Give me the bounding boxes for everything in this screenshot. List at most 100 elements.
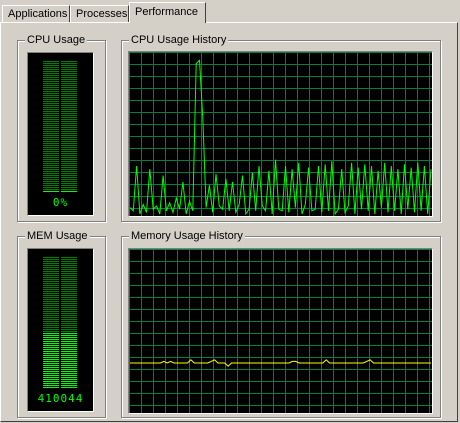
cpu-meter-segment (43, 183, 59, 184)
cpu-meter-segment (61, 101, 77, 102)
mem-meter-segment (61, 357, 77, 358)
cpu-meter-segment (43, 117, 59, 118)
cpu-meter-segment (43, 83, 59, 84)
cpu-meter-segment (61, 77, 77, 78)
cpu-meter-segment (61, 155, 77, 156)
mem-meter-segment (61, 281, 77, 282)
tab-processes[interactable]: Processes (70, 5, 129, 22)
mem-usage-title: MEM Usage (25, 229, 90, 243)
cpu-meter-segment (43, 137, 59, 138)
tab-performance[interactable]: Performance (129, 2, 206, 23)
cpu-meter-segment (43, 67, 59, 68)
mem-meter-segment (43, 357, 59, 358)
cpu-meter-segment (61, 81, 77, 82)
cpu-meter-segment (43, 111, 59, 112)
cpu-meter-segment (43, 101, 59, 102)
mem-meter-segment (61, 361, 77, 362)
mem-meter-segment (43, 261, 59, 262)
tab-strip: Applications Processes Performance (0, 0, 460, 24)
mem-meter-segment (61, 285, 77, 286)
mem-meter-segment (61, 325, 77, 326)
cpu-meter-segment (61, 183, 77, 184)
mem-meter-segment (43, 363, 59, 364)
cpu-meter-segment (43, 61, 59, 62)
mem-meter-segment (43, 309, 59, 310)
cpu-usage-title: CPU Usage (25, 33, 88, 47)
cpu-meter-segment (43, 163, 59, 164)
mem-meter-segment (61, 355, 77, 356)
mem-meter-segment (61, 347, 77, 348)
mem-meter-segment (43, 375, 59, 376)
mem-meter-segment (43, 297, 59, 298)
cpu-meter-segment (61, 157, 77, 158)
cpu-meter-segment (43, 187, 59, 188)
cpu-meter-segment (43, 115, 59, 116)
cpu-history-plot (129, 52, 432, 216)
cpu-meter-segment (61, 115, 77, 116)
cpu-meter-segment (61, 191, 77, 192)
mem-meter-segment (43, 317, 59, 318)
cpu-meter-segment (43, 177, 59, 178)
cpu-meter-segment (43, 97, 59, 98)
mem-meter-segment (61, 341, 77, 342)
mem-meter-segment (61, 301, 77, 302)
cpu-meter-segment (61, 169, 77, 170)
cpu-meter-segment (43, 179, 59, 180)
mem-meter-segment (61, 353, 77, 354)
cpu-meter-segment (61, 177, 77, 178)
cpu-meter-segment (43, 181, 59, 182)
cpu-history-line (129, 59, 432, 216)
cpu-meter-segment (61, 85, 77, 86)
grid (129, 249, 432, 413)
mem-meter-segment (61, 315, 77, 316)
mem-meter-segment (43, 359, 59, 360)
mem-meter-segment (43, 273, 59, 274)
mem-meter-segment (43, 267, 59, 268)
cpu-meter-segment (43, 189, 59, 190)
mem-meter-segment (61, 371, 77, 372)
cpu-meter-segment (61, 117, 77, 118)
cpu-meter-segment (43, 141, 59, 142)
mem-meter-segment (43, 335, 59, 336)
mem-meter-segment (43, 383, 59, 384)
cpu-meter-segment (43, 157, 59, 158)
cpu-meter-segment (43, 139, 59, 140)
cpu-meter-segment (61, 139, 77, 140)
cpu-meter-segment (61, 95, 77, 96)
cpu-meter-segment (43, 121, 59, 122)
mem-meter-segment (43, 303, 59, 304)
cpu-meter-segment (61, 179, 77, 180)
mem-meter-segment (61, 331, 77, 332)
cpu-meter-segment (61, 159, 77, 160)
mem-meter-segment (43, 347, 59, 348)
mem-meter-segment (43, 311, 59, 312)
cpu-meter-segment (61, 127, 77, 128)
cpu-meter-segment (43, 65, 59, 66)
tab-applications[interactable]: Applications (2, 5, 70, 22)
mem-meter-segment (43, 361, 59, 362)
cpu-meter-segment (61, 135, 77, 136)
cpu-meter-segment (43, 123, 59, 124)
mem-meter-segment (43, 295, 59, 296)
cpu-meter-segment (43, 171, 59, 172)
mem-meter-segment (43, 355, 59, 356)
mem-meter-segment (61, 307, 77, 308)
mem-meter-segment (43, 291, 59, 292)
mem-meter-segment (43, 279, 59, 280)
mem-meter-segment (61, 257, 77, 258)
mem-meter-segment (61, 369, 77, 370)
cpu-meter-segment (43, 143, 59, 144)
mem-meter-segment (61, 329, 77, 330)
cpu-meter-segment (61, 189, 77, 190)
mem-meter-segment (61, 359, 77, 360)
mem-meter-segment (61, 293, 77, 294)
cpu-meter-segment (43, 119, 59, 120)
mem-meter-segment (43, 289, 59, 290)
mem-meter-segment (43, 341, 59, 342)
cpu-meter-segment (43, 87, 59, 88)
mem-meter-segment (61, 283, 77, 284)
cpu-meter-segment (43, 77, 59, 78)
mem-meter-segment (43, 257, 59, 258)
cpu-meter-segment (61, 151, 77, 152)
mem-history-title: Memory Usage History (129, 229, 245, 243)
